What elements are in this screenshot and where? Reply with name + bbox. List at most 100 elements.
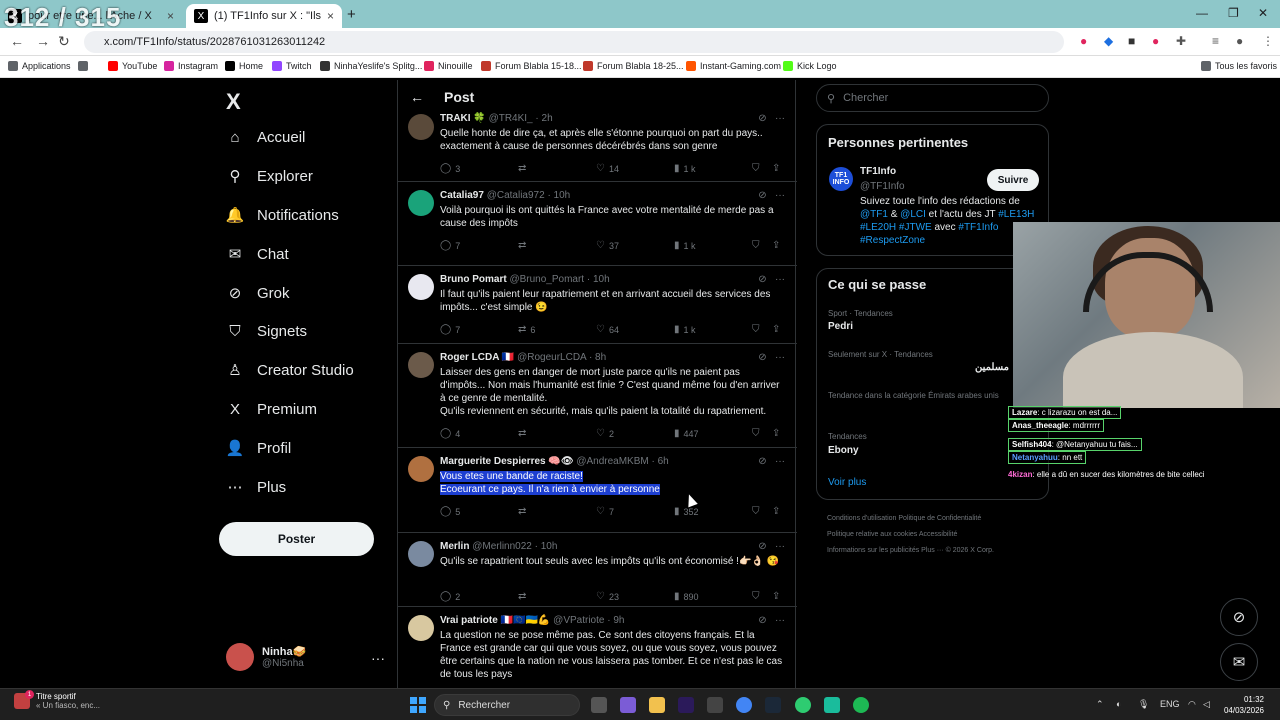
- bookmark-twitch[interactable]: Twitch: [272, 61, 312, 71]
- hashtag-link[interactable]: #TF1Info: [958, 222, 998, 233]
- more-dots-icon[interactable]: ···: [775, 541, 785, 552]
- avatar[interactable]: [408, 190, 434, 216]
- bookmark-forum-15-18[interactable]: Forum Blabla 15-18...: [481, 61, 582, 71]
- views-button[interactable]: ▮ 1 k: [674, 240, 696, 251]
- tf1info-name[interactable]: TF1Info: [860, 166, 896, 177]
- premiere-icon[interactable]: [678, 697, 694, 713]
- maximize-icon[interactable]: ❐: [1228, 6, 1239, 20]
- bookmark-kick[interactable]: Kick Logo: [783, 61, 837, 71]
- app-icon[interactable]: [795, 697, 811, 713]
- more-dots-icon[interactable]: ···: [775, 615, 785, 626]
- back-arrow-icon[interactable]: ←: [410, 89, 424, 105]
- avatar[interactable]: [408, 352, 434, 378]
- bookmark-button[interactable]: ⛉: [752, 428, 764, 439]
- author-name[interactable]: Merlin: [440, 541, 469, 552]
- sidebar-item-chat[interactable]: ✉ Chat: [226, 245, 289, 264]
- obs-icon[interactable]: [707, 697, 723, 713]
- profile-avatar-icon[interactable]: ●: [1236, 34, 1243, 48]
- tf1info-avatar[interactable]: TF1 INFO: [829, 167, 853, 191]
- trend-name[interactable]: Ebony: [828, 445, 859, 456]
- bookmark-youtube[interactable]: YouTube: [108, 61, 157, 71]
- file-explorer-icon[interactable]: [649, 697, 665, 713]
- avatar[interactable]: [408, 114, 434, 140]
- more-dots-icon[interactable]: ···: [775, 274, 785, 285]
- author-name[interactable]: Marguerite Despierres 🧠👁: [440, 456, 574, 467]
- more-dots-icon[interactable]: ···: [775, 190, 785, 201]
- back-icon[interactable]: ←: [10, 33, 24, 49]
- views-button[interactable]: ▮ 1 k: [674, 163, 696, 174]
- bookmark-button[interactable]: ⛉: [752, 591, 764, 602]
- messages-fab-icon[interactable]: ✉: [1220, 643, 1258, 681]
- account-more-icon[interactable]: ···: [371, 650, 385, 666]
- wifi-icon[interactable]: ◠: [1188, 699, 1196, 710]
- grok-icon[interactable]: ⊘: [758, 456, 766, 467]
- retweet-button[interactable]: ⇄: [518, 428, 530, 439]
- like-button[interactable]: ♡ 7: [596, 506, 614, 517]
- retweet-button[interactable]: ⇄: [518, 591, 530, 602]
- bookmark-splitgate[interactable]: NinhaYeslife's Splitg...: [320, 61, 422, 71]
- reply-post[interactable]: Roger LCDA 🇫🇷 @RogeurLCDA · 8h ⊘ ··· Laiss…: [398, 344, 797, 448]
- bookmark-home[interactable]: Home: [225, 61, 263, 71]
- bookmark-button[interactable]: ⛉: [752, 506, 764, 517]
- all-bookmarks[interactable]: Tous les favoris: [1201, 61, 1277, 71]
- extension-icon[interactable]: ●: [1080, 34, 1087, 48]
- bookmark-instagram[interactable]: Instagram: [164, 61, 218, 71]
- task-view-icon[interactable]: [591, 697, 607, 713]
- tab-active[interactable]: X (1) TF1Info sur X : "Ils Influencer...…: [186, 4, 342, 28]
- poster-button[interactable]: Poster: [219, 522, 374, 556]
- menu-lines-icon[interactable]: ≡: [1212, 34, 1219, 48]
- avatar[interactable]: [408, 615, 434, 641]
- app-icon[interactable]: [620, 697, 636, 713]
- chrome-icon[interactable]: [736, 697, 752, 713]
- footer-links[interactable]: Politique relative aux cookies Accessibi…: [827, 531, 957, 538]
- share-button[interactable]: ⇪: [772, 591, 784, 602]
- author-handle[interactable]: @Merlinn022: [472, 541, 532, 552]
- share-button[interactable]: ⇪: [772, 324, 784, 335]
- hashtag-link[interactable]: #RespectZone: [860, 235, 925, 246]
- more-dots-icon[interactable]: ···: [775, 456, 785, 467]
- author-handle[interactable]: @RogeurLCDA: [517, 352, 586, 363]
- bookmark-forum-18-25[interactable]: Forum Blabla 18-25...: [583, 61, 684, 71]
- share-button[interactable]: ⇪: [772, 428, 784, 439]
- like-button[interactable]: ♡ 14: [596, 163, 619, 174]
- reply-button[interactable]: ◯ 2: [440, 591, 460, 602]
- microphone-icon[interactable]: 🎙: [1138, 699, 1149, 710]
- reply-post[interactable]: Merlin @Merlinn022 · 10h ⊘ ··· Qu'ils se r…: [398, 533, 797, 607]
- footer-links[interactable]: Informations sur les publicités Plus ···…: [827, 547, 994, 554]
- sidebar-item-explorer[interactable]: ⚲ Explorer: [226, 167, 313, 186]
- grok-icon[interactable]: ⊘: [758, 113, 766, 124]
- sidebar-item-creator-studio[interactable]: ♙ Creator Studio: [226, 361, 353, 380]
- trend-name[interactable]: Pedri: [828, 321, 853, 332]
- grok-icon[interactable]: ⊘: [758, 190, 766, 201]
- clock[interactable]: 01:32 04/03/2026: [1218, 694, 1264, 716]
- x-logo-icon[interactable]: X: [226, 89, 241, 115]
- windows-start-icon[interactable]: [410, 697, 426, 713]
- forward-icon[interactable]: →: [36, 33, 50, 49]
- author-handle[interactable]: @AndreaMKBM: [576, 456, 648, 467]
- spotify-icon[interactable]: [853, 697, 869, 713]
- avatar[interactable]: [408, 274, 434, 300]
- tab-close-icon[interactable]: ×: [327, 9, 334, 23]
- reply-button[interactable]: ◯ 3: [440, 163, 460, 174]
- retweet-button[interactable]: ⇄ 6: [518, 324, 535, 335]
- views-button[interactable]: ▮ 1 k: [674, 324, 696, 335]
- bookmark-button[interactable]: ⛉: [752, 240, 764, 251]
- views-button[interactable]: ▮ 447: [674, 428, 699, 439]
- reply-post[interactable]: Vrai patriote 🇫🇷🇪🇺🇺🇦💪 @VPatriote · 9h ⊘ ·…: [398, 607, 797, 697]
- sidebar-item-notifications[interactable]: 🔔 Notifications: [226, 206, 339, 225]
- minimize-icon[interactable]: —: [1196, 6, 1208, 20]
- sidebar-item-signets[interactable]: ⛉ Signets: [226, 322, 307, 340]
- author-name[interactable]: Vrai patriote 🇫🇷🇪🇺🇺🇦💪: [440, 615, 550, 626]
- grok-icon[interactable]: ⊘: [758, 352, 766, 363]
- retweet-button[interactable]: ⇄: [518, 240, 530, 251]
- views-button[interactable]: ▮ 890: [674, 591, 699, 602]
- bookmark-button[interactable]: ⛉: [752, 324, 764, 335]
- share-button[interactable]: ⇪: [772, 506, 784, 517]
- voir-plus-link[interactable]: Voir plus: [828, 477, 866, 488]
- url-input[interactable]: x.com/TF1Info/status/2028761031263011242: [84, 31, 1064, 53]
- sidebar-item-plus[interactable]: ⋯ Plus: [226, 478, 287, 497]
- extensions-puzzle-icon[interactable]: ✚: [1176, 34, 1186, 48]
- language-indicator[interactable]: ENG: [1160, 699, 1180, 709]
- extension-icon[interactable]: ●: [1152, 34, 1159, 48]
- author-name[interactable]: Bruno Pomart: [440, 274, 507, 285]
